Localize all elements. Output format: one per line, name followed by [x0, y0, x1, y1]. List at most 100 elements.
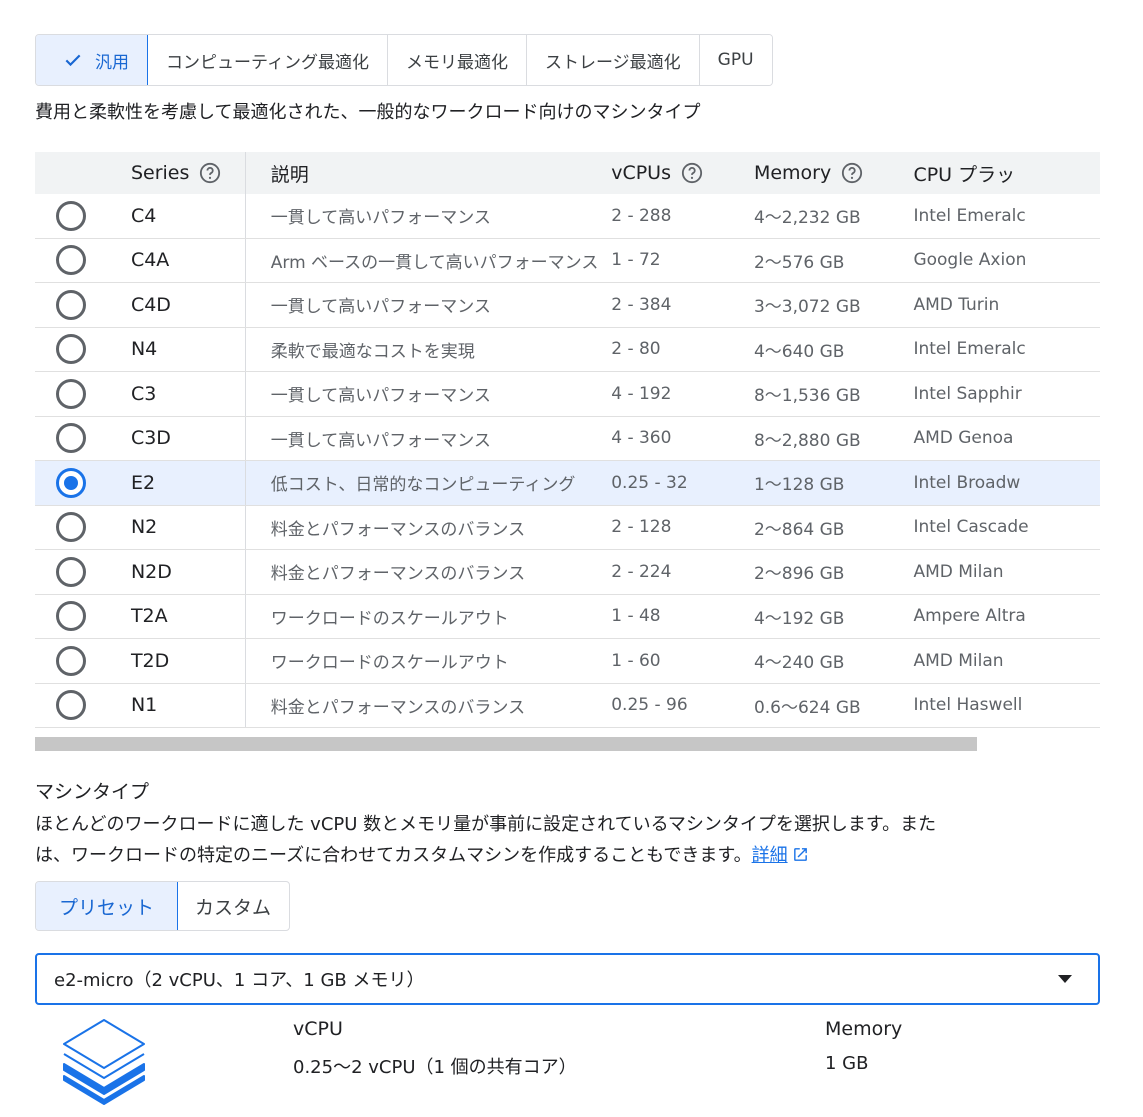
radio-cell [35, 239, 119, 283]
external-link-icon [793, 848, 807, 861]
caret-down-icon [1058, 975, 1072, 983]
table-body: C4 一貫して高いパフォーマンス 2 - 288 4〜2,232 GB Intel Em… [35, 194, 1100, 728]
series-radio[interactable] [55, 334, 86, 365]
series-radio[interactable] [55, 200, 86, 231]
radio-cell [35, 283, 119, 327]
cpu-platform-cell: Intel Emeralc [913, 205, 1026, 226]
memory-cell: 4〜2,232 GB [753, 208, 861, 229]
table-row[interactable]: T2D ワークロードのスケールアウト 1 - 60 4〜240 GB AMD Milan [35, 639, 1100, 684]
header-radio-cell [35, 152, 119, 194]
radio-cell [35, 417, 119, 461]
radio-cell [35, 684, 119, 728]
memory-cell: 4〜240 GB [753, 653, 845, 674]
table-row[interactable]: N2 料金とパフォーマンスのバランス 2 - 128 2〜864 GB Intel Ca… [35, 505, 1100, 550]
description-cell: 一貫して高いパフォーマンス [270, 430, 491, 451]
spec-memory-label: Memory [825, 1018, 903, 1040]
cpu-platform-cell: Intel Emeralc [913, 339, 1026, 360]
table-row[interactable]: C4A Arm ベースの一貫して高いパフォーマンス 1 - 72 2〜576 GB Go… [35, 238, 1100, 283]
cpu-platform-cell: Intel Broadw [913, 472, 1021, 493]
layers-stack-icon [63, 1019, 145, 1105]
tab-preset[interactable]: プリセット [36, 882, 178, 930]
memory-cell: 1〜128 GB [753, 475, 845, 496]
vcpus-cell: 0.25 - 32 [611, 472, 688, 493]
memory-cell: 4〜192 GB [753, 608, 845, 629]
series-radio[interactable] [55, 245, 86, 276]
tab-storage-optimized[interactable]: ストレージ最適化 [526, 35, 700, 85]
table-row[interactable]: N2D 料金とパフォーマンスのバランス 2 - 224 2〜896 GB AMD Mil… [35, 550, 1100, 595]
series-radio[interactable] [55, 690, 86, 721]
header-cpu-platform: CPU プラッ [913, 163, 1016, 186]
vcpus-cell: 1 - 72 [611, 250, 661, 271]
table-row[interactable]: C4D 一貫して高いパフォーマンス 2 - 384 3〜3,072 GB AMD Tur… [35, 283, 1100, 328]
radio-cell [35, 550, 119, 594]
series-radio[interactable] [55, 289, 86, 320]
table-horizontal-scrollbar[interactable] [35, 737, 977, 751]
machine-type-description: ほとんどのワークロードに適した vCPU 数とメモリ量が事前に設定されているマシ… [35, 809, 1100, 871]
series-cell: N4 [119, 327, 246, 371]
help-circle-icon[interactable] [841, 162, 863, 184]
memory-cell: 2〜864 GB [753, 519, 845, 540]
vcpus-cell: 1 - 48 [611, 606, 661, 627]
table-row[interactable]: C3D 一貫して高いパフォーマンス 4 - 360 8〜2,880 GB AMD Gen… [35, 416, 1100, 461]
table-row[interactable]: C3 一貫して高いパフォーマンス 4 - 192 8〜1,536 GB Intel Sa… [35, 372, 1100, 417]
radio-cell [35, 328, 119, 372]
description-line: ほとんどのワークロードに適した vCPU 数とメモリ量が事前に設定されているマシ… [35, 814, 937, 835]
series-radio[interactable] [55, 601, 86, 632]
header-series: Series [119, 152, 246, 194]
header-vcpus: vCPUs [611, 152, 754, 194]
description-cell: ワークロードのスケールアウト [270, 608, 509, 629]
table-row[interactable]: E2 低コスト、日常的なコンピューティング 0.25 - 32 1〜128 GB Int… [35, 461, 1100, 506]
vcpus-cell: 2 - 224 [611, 561, 672, 582]
series-radio[interactable] [55, 467, 86, 498]
learn-more-label: 詳細 [751, 845, 788, 866]
series-radio[interactable] [55, 556, 86, 587]
help-circle-icon[interactable] [199, 162, 221, 184]
tab-compute-optimized[interactable]: コンピューティング最適化 [148, 35, 388, 85]
cpu-platform-cell: Intel Haswell [913, 695, 1023, 716]
table-row[interactable]: N1 料金とパフォーマンスのバランス 0.25 - 96 0.6〜624 GB Inte… [35, 683, 1100, 728]
vcpus-cell: 4 - 360 [611, 428, 672, 449]
machine-family-tabs: 汎用 コンピューティング最適化 メモリ最適化 ストレージ最適化 GPU [35, 34, 773, 86]
header-memory-label: Memory [753, 162, 832, 184]
description-cell: 一貫して高いパフォーマンス [270, 208, 491, 229]
series-radio[interactable] [55, 378, 86, 409]
series-cell: N2 [119, 505, 246, 549]
series-radio[interactable] [55, 645, 86, 676]
memory-cell: 2〜896 GB [753, 564, 845, 585]
tab-custom[interactable]: カスタム [177, 882, 289, 930]
spec-memory-value: 1 GB [825, 1053, 869, 1074]
description-cell: ワークロードのスケールアウト [270, 653, 509, 674]
tab-general-purpose[interactable]: 汎用 [35, 35, 148, 85]
help-circle-icon[interactable] [681, 162, 703, 184]
table-row[interactable]: C4 一貫して高いパフォーマンス 2 - 288 4〜2,232 GB Intel Em… [35, 194, 1100, 239]
series-cell: T2D [119, 639, 246, 683]
radio-cell [35, 194, 119, 238]
radio-cell [35, 506, 119, 550]
check-icon [65, 54, 81, 67]
series-radio[interactable] [55, 512, 86, 543]
series-cell: C3D [119, 416, 246, 460]
memory-cell: 4〜640 GB [753, 341, 845, 362]
table-row[interactable]: T2A ワークロードのスケールアウト 1 - 48 4〜192 GB Ampere Al… [35, 594, 1100, 639]
radio-cell [35, 595, 119, 639]
description-cell: 料金とパフォーマンスのバランス [270, 519, 526, 540]
series-cell: N1 [119, 683, 246, 727]
tab-memory-optimized[interactable]: メモリ最適化 [387, 35, 527, 85]
cpu-platform-cell: AMD Milan [913, 561, 1004, 582]
tab-label: コンピューティング最適化 [166, 52, 369, 73]
tab-label: 汎用 [95, 52, 129, 73]
series-cell: E2 [119, 461, 246, 505]
learn-more-link[interactable]: 詳細 [752, 845, 788, 866]
tab-gpu[interactable]: GPU [699, 35, 772, 85]
description-cell: 一貫して高いパフォーマンス [270, 386, 491, 407]
description-cell: 低コスト、日常的なコンピューティング [270, 475, 576, 496]
description-cell: 柔軟で最適なコストを実現 [270, 341, 475, 362]
vcpus-cell: 2 - 384 [611, 294, 672, 315]
table-row[interactable]: N4 柔軟で最適なコストを実現 2 - 80 4〜640 GB Intel Emeral… [35, 327, 1100, 372]
machine-type-select[interactable]: e2-micro（2 vCPU、1 コア、1 GB メモリ） [35, 953, 1100, 1005]
machine-type-mode-tabs: プリセット カスタム [35, 881, 291, 931]
series-cell: C4D [119, 283, 246, 327]
tab-label: ストレージ最適化 [544, 52, 681, 73]
memory-cell: 2〜576 GB [753, 252, 845, 273]
series-radio[interactable] [55, 423, 86, 454]
